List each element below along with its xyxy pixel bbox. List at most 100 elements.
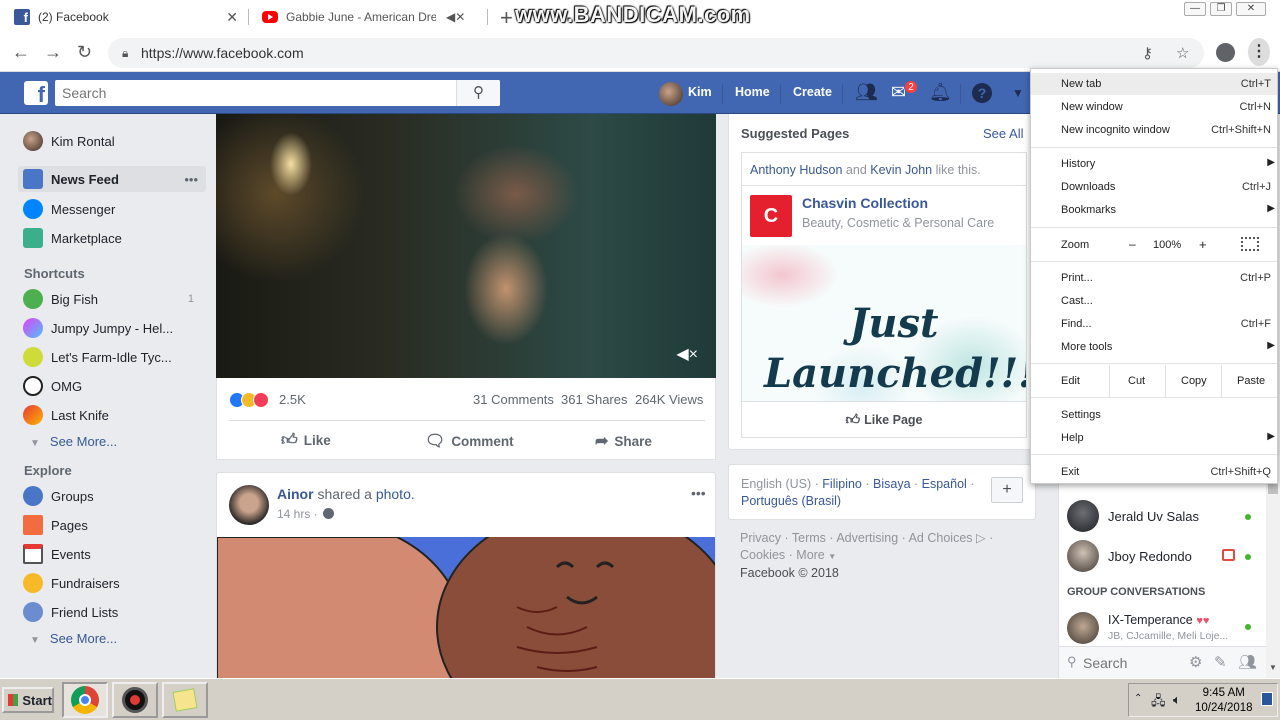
avatar[interactable] [229,485,269,525]
menu-item-new-window[interactable]: New window Ctrl+N [1061,101,1271,113]
menu-item-find[interactable]: Find... Ctrl+F [1061,318,1271,330]
gear-icon[interactable]: ⚙ [1189,653,1202,671]
footer-link[interactable]: Ad Choices [909,531,973,545]
footer-link[interactable]: Privacy [740,531,781,545]
back-icon[interactable]: ← [12,42,30,63]
menu-item-new-tab[interactable]: New tab Ctrl+T [1061,78,1271,90]
account-menu-caret-icon[interactable]: ▼ [1012,86,1024,100]
friend-link[interactable]: Kevin John [870,163,932,177]
facebook-logo-icon[interactable]: f [24,81,48,105]
menu-item-settings[interactable]: Settings [1061,409,1271,421]
new-tab-button[interactable]: + [500,5,513,31]
comments-count[interactable]: 31 Comments [473,392,554,407]
see-more-explore[interactable]: ▼ See More... [30,631,117,646]
more-options-icon[interactable]: ••• [184,172,198,187]
sidebar-item-friend-lists[interactable]: Friend Lists [18,599,206,625]
menu-item-history[interactable]: History ▶ [1061,157,1275,170]
sidebar-item-events[interactable]: Events [18,541,206,567]
search-button[interactable]: ⚲ [456,80,500,106]
friend-requests-icon[interactable]: 👥︎ [855,82,878,103]
chat-contact[interactable]: Jerald Uv Salas [1067,498,1263,534]
clock[interactable]: 9:45 AM 10/24/2018 [1195,686,1253,716]
start-button[interactable]: Start [2,687,54,713]
footer-link[interactable]: Terms [792,531,826,545]
like-button[interactable]: 👍︎ Like [281,431,331,450]
menu-item-print[interactable]: Print... Ctrl+P [1061,272,1271,284]
close-tab-icon[interactable]: ✕ [226,9,238,26]
search-input[interactable] [55,80,500,106]
like-page-button[interactable]: 👍︎ Like Page [742,401,1026,437]
avatar[interactable] [659,82,683,106]
chat-search-input[interactable] [1083,652,1183,674]
sidebar-item-omg[interactable]: OMG [18,373,206,399]
menu-item-exit[interactable]: Exit Ctrl+Shift+Q [1061,466,1271,478]
create-link[interactable]: Create [793,85,832,99]
scroll-down-arrow-icon[interactable]: ▼ [1269,663,1277,672]
zoom-in-button[interactable]: + [1199,237,1207,252]
menu-item-more-tools[interactable]: More tools ▶ [1061,340,1275,353]
create-group-icon[interactable]: 👥︎ [1238,653,1257,671]
sidebar-item-big-fish[interactable]: Big Fish 1 [18,286,206,312]
sidebar-item-messenger[interactable]: Messenger [18,196,206,222]
notifications-bell-icon[interactable]: 🔔︎ [929,82,952,103]
author-link[interactable]: Ainor [277,486,314,502]
copy-button[interactable]: Copy [1181,375,1207,387]
footer-link[interactable]: Advertising [836,531,898,545]
taskbar-app-sticky-notes[interactable] [162,682,208,718]
group-conversation[interactable]: IX-Temperance ♥♥ JB, CJcamille, Meli Loj… [1067,608,1263,648]
sidebar-item-pages[interactable]: Pages [18,512,206,538]
shares-count[interactable]: 361 Shares [561,392,628,407]
menu-item-help[interactable]: Help ▶ [1061,431,1275,444]
page-logo-icon[interactable]: C [750,195,792,237]
help-icon[interactable]: ? [972,83,992,103]
minimize-button[interactable]: — [1184,2,1206,16]
see-all-link[interactable]: See All [983,126,1023,141]
volume-icon[interactable]: 🔈︎ [1173,692,1181,708]
scrollbar[interactable]: ▼ [1266,456,1280,678]
profile-link[interactable]: Kim Rontal [18,128,206,154]
footer-link[interactable]: Cookies [740,548,785,562]
reload-icon[interactable]: ↻ [77,42,92,63]
paste-button[interactable]: Paste [1237,375,1265,387]
language-link[interactable]: Bisaya [873,477,911,491]
forward-icon[interactable]: → [44,42,62,63]
language-link[interactable]: Filipino [822,477,862,491]
sidebar-item-marketplace[interactable]: Marketplace [18,225,206,251]
omnibox[interactable]: 🔒︎ https://www.facebook.com ⚷ ☆ [108,38,1204,68]
sidebar-item-jumpy-jumpy[interactable]: Jumpy Jumpy - Hel... [18,315,206,341]
sidebar-item-groups[interactable]: Groups [18,483,206,509]
friend-link[interactable]: Anthony Hudson [750,163,842,177]
new-message-icon[interactable]: ✎ [1214,653,1227,671]
language-link[interactable]: Português (Brasil) [741,494,841,508]
photo-link[interactable]: photo. [376,486,415,502]
taskbar-app-bandicam[interactable] [112,682,158,718]
network-icon[interactable]: 🖧︎ [1151,692,1166,714]
add-language-button[interactable]: + [991,477,1023,503]
fullscreen-icon[interactable] [1241,237,1259,251]
profile-icon[interactable] [1216,43,1235,62]
share-button[interactable]: ➦ Share [595,431,652,451]
menu-item-downloads[interactable]: Downloads Ctrl+J [1061,181,1271,193]
key-icon[interactable]: ⚷ [1142,44,1153,62]
footer-link[interactable]: More [796,548,824,562]
page-cover-image[interactable]: Just Launched!!! [742,245,1026,401]
sidebar-item-fundraisers[interactable]: Fundraisers [18,570,206,596]
home-link[interactable]: Home [735,85,770,99]
love-reaction-icon[interactable] [253,392,269,408]
video-player[interactable]: ◀︎× [216,114,716,378]
show-hidden-icons[interactable]: ⌃ [1134,693,1142,704]
menu-item-cast[interactable]: Cast... [1061,295,1271,307]
taskbar-app-chrome[interactable] [62,682,108,718]
maximize-button[interactable]: ❐ [1210,2,1232,16]
menu-item-new-incognito[interactable]: New incognito window Ctrl+Shift+N [1061,124,1271,136]
cut-button[interactable]: Cut [1128,375,1145,387]
show-desktop-button[interactable] [1261,692,1273,706]
audio-muted-icon[interactable]: ◀︎✕ [446,10,465,24]
lock-icon[interactable]: 🔒︎ [122,46,128,61]
zoom-out-button[interactable]: – [1129,237,1136,251]
sidebar-item-lets-farm[interactable]: Let's Farm-Idle Tyc... [18,344,206,370]
reaction-count[interactable]: 2.5K [279,392,306,407]
bookmark-star-icon[interactable]: ☆ [1176,44,1189,62]
page-name-link[interactable]: Chasvin Collection [802,195,928,211]
sidebar-item-last-knife[interactable]: Last Knife [18,402,206,428]
